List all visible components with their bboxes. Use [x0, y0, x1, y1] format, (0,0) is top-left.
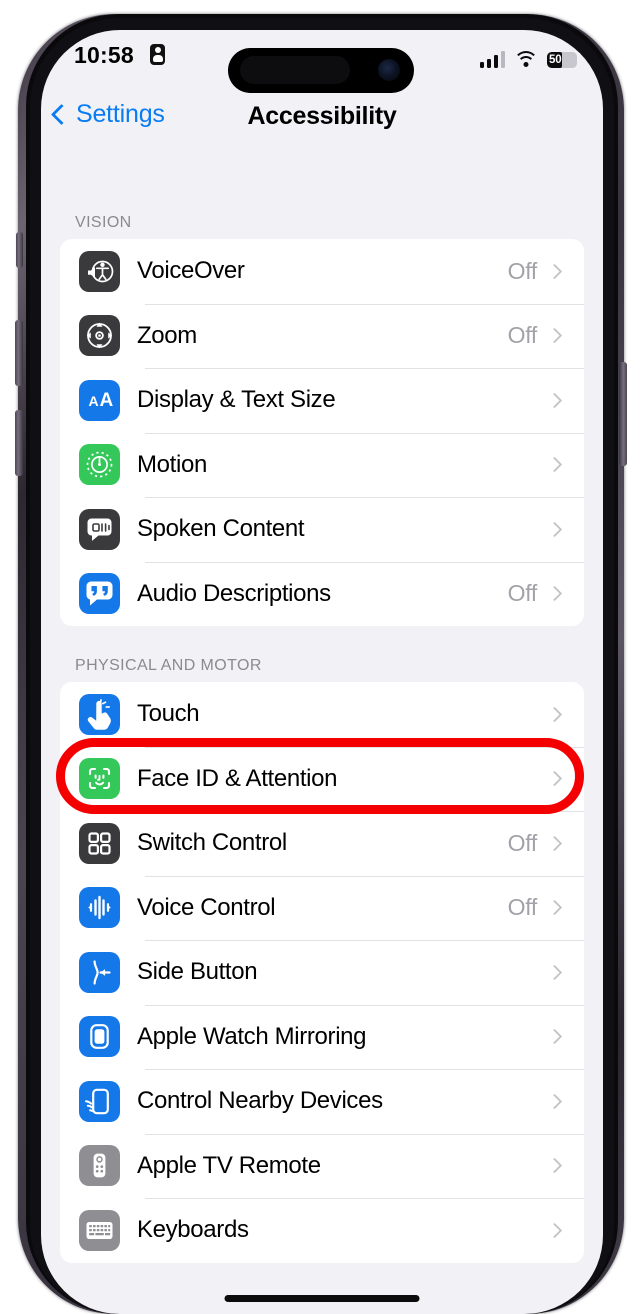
battery-icon: 50: [547, 52, 577, 68]
cellular-signal-icon: [479, 51, 505, 68]
settings-row-label: Face ID & Attention: [137, 764, 338, 792]
switch-control-icon: [79, 822, 120, 864]
chevron-right-icon: [546, 392, 563, 409]
iphone-device: 10:58 50 Settings Accessibility VISION V…: [0, 0, 642, 1314]
settings-row-audio-descriptions[interactable]: Audio Descriptions Off: [60, 561, 584, 627]
chevron-right-icon: [546, 263, 563, 280]
chevron-right-icon: [546, 1157, 563, 1174]
settings-row-display-and-text-size[interactable]: A A Display & Text Size: [60, 368, 584, 433]
chevron-right-icon: [546, 835, 563, 852]
settings-row-label: Voice Control: [137, 893, 276, 921]
keyboards-icon: [79, 1209, 120, 1251]
voice-control-icon: [79, 887, 120, 929]
apple-watch-mirroring-icon: [79, 1016, 120, 1058]
phone-screen: 10:58 50 Settings Accessibility VISION V…: [41, 30, 603, 1314]
settings-row-keyboards[interactable]: Keyboards: [60, 1198, 584, 1263]
status-bar-indicators: 50: [479, 46, 577, 68]
settings-group-physical-and-motor: Touch Face ID & Attention Switch Control Of…: [60, 682, 584, 1263]
settings-row-label: Apple TV Remote: [137, 1151, 321, 1179]
page-title: Accessibility: [247, 102, 397, 130]
settings-row-label: Side Button: [137, 958, 258, 986]
settings-row-label: Zoom: [137, 321, 197, 349]
svg-text:A: A: [89, 393, 99, 409]
chevron-right-icon: [546, 1093, 563, 1110]
voiceover-icon: [79, 250, 120, 292]
face-id-icon: [79, 758, 120, 800]
chevron-right-icon: [546, 327, 563, 344]
section-header-physical-and-motor: PHYSICAL AND MOTOR: [75, 657, 262, 674]
audio-descriptions-icon: [79, 573, 120, 615]
side-power-button[interactable]: [619, 362, 627, 466]
settings-row-label: Audio Descriptions: [137, 579, 331, 607]
settings-row-touch[interactable]: Touch: [60, 682, 584, 747]
settings-row-value: Off: [507, 322, 538, 349]
settings-row-label: Apple Watch Mirroring: [137, 1022, 367, 1050]
settings-row-voiceover[interactable]: VoiceOver Off: [60, 239, 584, 304]
settings-row-control-nearby-devices[interactable]: Control Nearby Devices: [60, 1069, 584, 1134]
settings-row-label: Switch Control: [137, 829, 287, 857]
settings-row-voice-control[interactable]: Voice Control Off: [60, 875, 584, 941]
chevron-right-icon: [546, 706, 563, 723]
chevron-right-icon: [546, 1028, 563, 1045]
spoken-content-icon: [79, 508, 120, 550]
volume-up-button[interactable]: [15, 320, 23, 386]
wifi-icon: [513, 50, 539, 68]
chevron-right-icon: [546, 770, 563, 787]
settings-row-switch-control[interactable]: Switch Control Off: [60, 811, 584, 876]
chevron-right-icon: [546, 456, 563, 473]
settings-row-label: VoiceOver: [137, 257, 245, 285]
settings-row-label: Motion: [137, 450, 207, 478]
settings-group-vision: VoiceOver Off Zoom Off A A Display & Text Size…: [60, 239, 584, 626]
chevron-right-icon: [546, 964, 563, 981]
settings-row-label: Keyboards: [137, 1216, 249, 1244]
settings-row-face-id-and-attention[interactable]: Face ID & Attention: [60, 746, 584, 812]
battery-percent-label: 50: [549, 54, 562, 66]
navigation-bar: Settings Accessibility: [41, 92, 603, 148]
dynamic-island-pill: [240, 56, 350, 84]
settings-row-label: Touch: [137, 700, 200, 728]
settings-row-apple-tv-remote[interactable]: Apple TV Remote: [60, 1133, 584, 1199]
settings-row-value: Off: [507, 580, 538, 607]
chevron-right-icon: [546, 521, 563, 538]
settings-list[interactable]: VISION VoiceOver Off Zoom Off A A Display & Te…: [41, 148, 603, 1314]
settings-row-zoom[interactable]: Zoom Off: [60, 303, 584, 369]
settings-row-label: Display & Text Size: [137, 386, 336, 414]
svg-text:A: A: [100, 390, 114, 411]
side-button-icon: [79, 951, 120, 993]
screen-record-icon: [150, 44, 165, 65]
control-nearby-devices-icon: [79, 1080, 120, 1122]
settings-row-apple-watch-mirroring[interactable]: Apple Watch Mirroring: [60, 1004, 584, 1070]
settings-row-value: Off: [507, 829, 538, 856]
silence-switch-button[interactable]: [16, 232, 23, 268]
chevron-right-icon: [546, 1222, 563, 1239]
settings-row-label: Spoken Content: [137, 515, 305, 543]
dynamic-island: [228, 48, 414, 93]
touch-icon: [79, 693, 120, 735]
chevron-right-icon: [546, 585, 563, 602]
status-bar-time: 10:58: [74, 42, 134, 68]
section-header-vision: VISION: [75, 214, 132, 231]
volume-down-button[interactable]: [15, 410, 23, 476]
settings-row-spoken-content[interactable]: Spoken Content: [60, 497, 584, 562]
display-text-size-icon: AA: [79, 379, 120, 421]
apple-tv-remote-icon: [79, 1145, 120, 1187]
zoom-icon: [79, 315, 120, 357]
settings-row-motion[interactable]: Motion: [60, 432, 584, 498]
motion-icon: [79, 444, 120, 486]
settings-row-label: Control Nearby Devices: [137, 1087, 383, 1115]
settings-row-side-button[interactable]: Side Button: [60, 940, 584, 1005]
settings-row-value: Off: [507, 257, 538, 284]
settings-row-value: Off: [507, 894, 538, 921]
chevron-right-icon: [546, 899, 563, 916]
